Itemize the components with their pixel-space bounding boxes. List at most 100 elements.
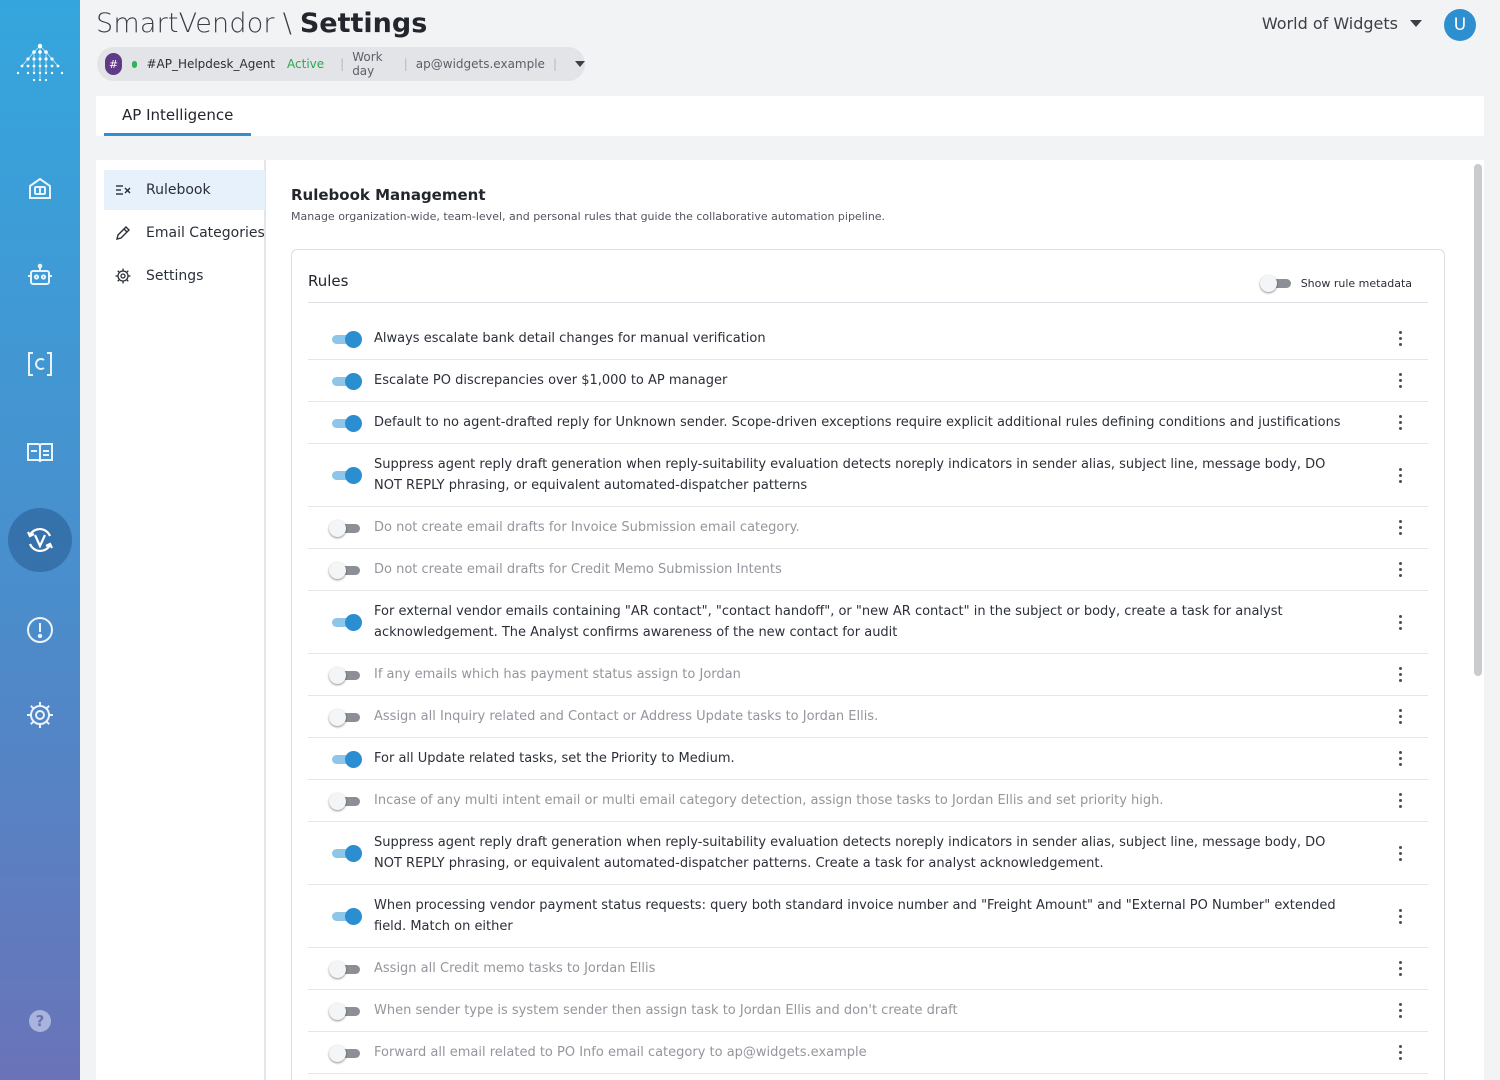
tab-bar: AP Intelligence [96, 96, 1484, 136]
c-document-icon [28, 352, 52, 376]
more-vertical-icon[interactable] [1390, 562, 1410, 577]
subnav-item-rulebook[interactable]: Rulebook [104, 170, 265, 210]
rule-toggle[interactable] [329, 1002, 360, 1020]
rule-text: When processing vendor payment status re… [374, 898, 1336, 934]
rule-text: Suppress agent reply draft generation wh… [374, 835, 1326, 871]
rule-text: Assign all Inquiry related and Contact o… [374, 709, 879, 724]
rule-toggle[interactable] [329, 1044, 360, 1062]
more-vertical-icon[interactable] [1390, 793, 1410, 808]
rule-text: Escalate PO discrepancies over $1,000 to… [374, 373, 728, 388]
rail-alerts[interactable] [8, 598, 72, 662]
more-vertical-icon[interactable] [1390, 709, 1410, 724]
org-switcher[interactable]: World of Widgets [1262, 14, 1422, 33]
rule-toggle[interactable] [332, 750, 362, 768]
rule-row: When sender type is system sender then a… [308, 990, 1428, 1032]
more-vertical-icon[interactable] [1390, 1003, 1410, 1018]
subnav-label: Rulebook [146, 182, 211, 198]
more-vertical-icon[interactable] [1390, 845, 1410, 861]
avatar[interactable]: U [1444, 9, 1476, 41]
rule-row: Default to no agent-drafted reply for Un… [308, 402, 1428, 444]
rule-toggle[interactable] [329, 708, 360, 726]
more-vertical-icon[interactable] [1390, 614, 1410, 630]
rule-row: If any emails which has payment status a… [308, 654, 1428, 696]
rule-text: Suppress agent reply draft generation wh… [374, 457, 1326, 493]
home-icon [29, 177, 51, 199]
rule-text: Incase of any multi intent email or mult… [374, 793, 1164, 808]
rules-card-title: Rules [308, 272, 349, 290]
rule-toggle[interactable] [332, 467, 362, 484]
chevron-down-icon[interactable] [575, 61, 585, 67]
rule-text: Always escalate bank detail changes for … [374, 331, 766, 346]
more-vertical-icon[interactable] [1390, 908, 1410, 924]
agent-selector[interactable]: # #AP_Helpdesk_Agent Active | Work day |… [97, 47, 585, 81]
rule-toggle[interactable] [332, 908, 362, 925]
subnav-item-email-categories[interactable]: Email Categories [104, 213, 265, 253]
more-vertical-icon[interactable] [1390, 751, 1410, 766]
rulebook-main: Rulebook Management Manage organization-… [291, 160, 1454, 1080]
subnav-item-settings[interactable]: Settings [104, 256, 265, 296]
rules-card: Rules Show rule metadata Always escalate… [291, 249, 1445, 1080]
svg-text:?: ? [36, 1012, 45, 1030]
rail-robot[interactable] [8, 244, 72, 308]
rule-toggle[interactable] [329, 792, 360, 810]
more-vertical-icon[interactable] [1390, 520, 1410, 535]
show-metadata-control: Show rule metadata [1259, 275, 1412, 292]
scrollbar[interactable] [1474, 164, 1482, 676]
gear-icon [115, 268, 131, 284]
more-vertical-icon[interactable] [1390, 467, 1410, 483]
more-vertical-icon[interactable] [1390, 1045, 1410, 1060]
network-logo-icon[interactable] [14, 40, 66, 88]
rail-help[interactable]: ? [8, 989, 72, 1053]
more-vertical-icon[interactable] [1390, 373, 1410, 388]
rail-home[interactable] [8, 156, 72, 220]
page-title: Settings [299, 8, 428, 39]
rule-row: For external vendor emails containing "A… [308, 591, 1428, 654]
status-dot-icon [132, 60, 138, 68]
rail-book[interactable] [8, 420, 72, 484]
more-vertical-icon[interactable] [1390, 331, 1410, 346]
rule-toggle[interactable] [332, 614, 362, 631]
rule-text: Do not create email drafts for Invoice S… [374, 520, 800, 535]
show-metadata-label: Show rule metadata [1300, 276, 1412, 290]
tab-ap-intelligence[interactable]: AP Intelligence [104, 96, 252, 136]
subnav-label: Settings [146, 268, 204, 284]
gear-icon [27, 702, 53, 728]
divider: | [403, 57, 408, 71]
rule-text: Default to no agent-drafted reply for Un… [374, 415, 1341, 430]
rail-vendor-sync[interactable] [8, 508, 72, 572]
agent-email: ap@widgets.example [415, 57, 545, 71]
divider [308, 302, 1428, 303]
rules-list: Always escalate bank detail changes for … [308, 318, 1428, 1080]
rule-row: Do not create email drafts for Invoice S… [308, 507, 1428, 549]
org-name: World of Widgets [1261, 14, 1398, 33]
rule-toggle[interactable] [329, 960, 360, 978]
rule-toggle[interactable] [329, 519, 360, 537]
rule-toggle[interactable] [332, 330, 362, 348]
rule-row: For all Update related tasks, set the Pr… [308, 738, 1428, 780]
agent-status: Active [287, 57, 325, 71]
rule-text: If any emails which has payment status a… [374, 667, 741, 682]
divider: | [552, 57, 557, 71]
more-vertical-icon[interactable] [1390, 667, 1410, 682]
rule-row: Suppress agent reply draft generation wh… [308, 444, 1428, 507]
show-metadata-toggle[interactable] [1259, 275, 1291, 292]
rule-text: Do not create email drafts for Credit Me… [374, 562, 782, 577]
rule-toggle[interactable] [332, 372, 362, 390]
rule-text: For all Update related tasks, set the Pr… [374, 751, 735, 766]
rule-text: When sender type is system sender then a… [374, 1003, 958, 1018]
page-header: SmartVendor \ Settings [96, 8, 427, 44]
help-icon: ? [29, 1010, 51, 1032]
rule-toggle[interactable] [332, 414, 362, 432]
alert-icon [27, 617, 53, 643]
robot-icon [28, 263, 52, 285]
rule-toggle[interactable] [329, 561, 360, 579]
rule-toggle[interactable] [329, 666, 360, 684]
rail-documents[interactable] [8, 332, 72, 396]
more-vertical-icon[interactable] [1390, 415, 1410, 430]
rule-row: Forward all email related to PO Info ema… [308, 1032, 1428, 1074]
rail-settings[interactable] [8, 683, 72, 747]
more-vertical-icon[interactable] [1390, 961, 1410, 976]
rule-toggle[interactable] [332, 845, 362, 862]
rule-row: Assign all Inquiry related and Contact o… [308, 696, 1428, 738]
title-separator: \ [282, 8, 292, 39]
